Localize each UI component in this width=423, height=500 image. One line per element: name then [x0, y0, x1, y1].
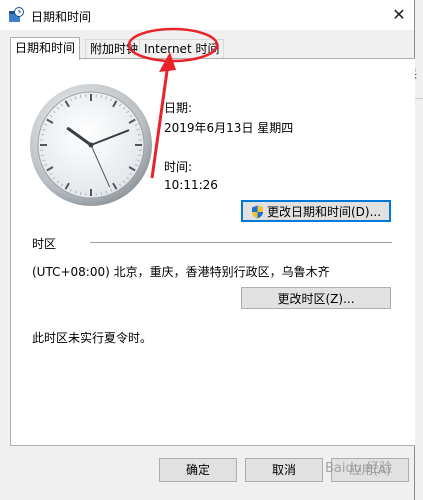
analog-clock	[30, 84, 152, 206]
window-title: 日期和时间	[31, 10, 92, 24]
timezone-section-label: 时区	[32, 237, 57, 251]
annotation-arrow	[150, 52, 176, 179]
change-date-time-label: 更改日期和时间(D)...	[266, 205, 382, 219]
dst-note: 此时区未实行夏令时。	[32, 331, 153, 345]
change-timezone-button[interactable]: 更改时区(Z)...	[241, 287, 391, 309]
date-value: 2019年6月13日 星期四	[164, 121, 294, 135]
calendar-clock-icon	[9, 7, 24, 22]
timezone-value: (UTC+08:00) 北京，重庆，香港特别行政区，乌鲁木齐	[32, 265, 330, 279]
cancel-button[interactable]: 取消	[245, 458, 323, 482]
time-value: 10:11:26	[164, 178, 218, 192]
clock-center	[88, 142, 94, 148]
close-button[interactable]: ✕	[384, 0, 414, 30]
watermark: Baidu 经验	[325, 461, 393, 476]
date-time-dialog: 日期和时间 ✕ 日期和时间 附加时钟 Internet 时间 日期: 2019年…	[0, 0, 415, 500]
ok-button[interactable]: 确定	[159, 458, 237, 482]
close-icon: ✕	[392, 5, 406, 24]
tab-date-time[interactable]: 日期和时间	[10, 37, 81, 60]
timezone-separator	[90, 242, 392, 243]
shield-icon	[251, 205, 263, 219]
change-date-time-button[interactable]: 更改日期和时间(D)...	[241, 200, 391, 222]
